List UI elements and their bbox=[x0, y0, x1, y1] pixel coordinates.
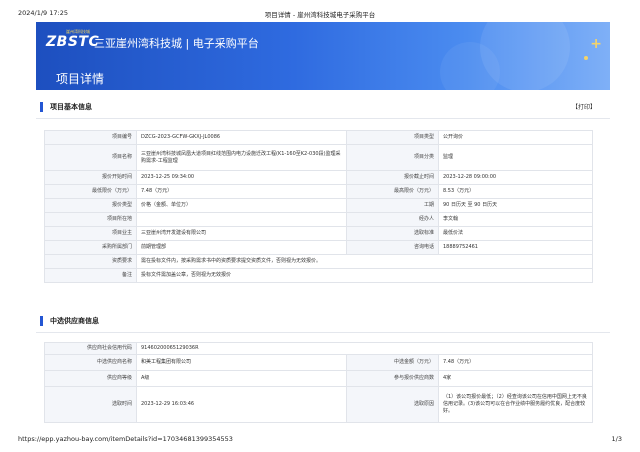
plus-icon: + bbox=[590, 36, 602, 52]
field-label: 选取时间 bbox=[44, 386, 137, 423]
field-label: 资质要求 bbox=[44, 254, 137, 269]
field-label: 供应商社会信用代码 bbox=[44, 342, 137, 355]
field-value: （1）该公司报价最低；（2）经查询该公司在信用中国网上无不良信用记录。(3)该公… bbox=[438, 386, 593, 423]
field-value: 7.48（万元） bbox=[438, 354, 593, 371]
winner-info-table: 供应商社会信用代码 91460200065129036R 中选供应商名称 和美工程集团… bbox=[44, 342, 593, 423]
section-divider bbox=[36, 118, 610, 119]
field-value: 李文翰 bbox=[438, 212, 593, 227]
field-label: 工期 bbox=[346, 198, 439, 213]
field-value: 三亚崖州湾开发建设有限公司 bbox=[136, 226, 347, 241]
field-value: 8.53（万元） bbox=[438, 184, 593, 199]
table-row: 最低限价（万元） 7.48（万元） 最高限价（万元） 8.53（万元） bbox=[44, 184, 593, 199]
field-label: 项目分类 bbox=[346, 144, 439, 171]
table-row: 选取时间 2023-12-29 16:03:46 选取原因 （1）该公司报价最低；（2… bbox=[44, 386, 593, 423]
field-value: 最低价法 bbox=[438, 226, 593, 241]
page-number: 1/3 bbox=[611, 435, 622, 443]
field-label: 咨询电话 bbox=[346, 240, 439, 255]
field-label: 报价开始时间 bbox=[44, 170, 137, 185]
field-value: 91460200065129036R bbox=[136, 342, 593, 355]
field-value: 90 日历天 至 90 日历天 bbox=[438, 198, 593, 213]
field-label: 项目类型 bbox=[346, 130, 439, 145]
table-row: 报价类型 价格（金额、单位万） 工期 90 日历天 至 90 日历天 bbox=[44, 198, 593, 213]
print-page-title: 项目详情 - 崖州湾科技城电子采购平台 bbox=[264, 11, 376, 19]
field-label: 经办人 bbox=[346, 212, 439, 227]
field-label: 项目所在地 bbox=[44, 212, 137, 227]
print-button[interactable]: 【打印】 bbox=[572, 102, 596, 111]
field-label: 选取标准 bbox=[346, 226, 439, 241]
field-label: 供应商等级 bbox=[44, 370, 137, 387]
field-label: 参与报价供应商数 bbox=[346, 370, 439, 387]
page-url[interactable]: https://epp.yazhou-bay.com/itemDetails?i… bbox=[18, 435, 233, 443]
field-value: 前期管理部 bbox=[136, 240, 347, 255]
logo-mark: ZBSTC bbox=[46, 34, 100, 50]
field-label: 选取原因 bbox=[346, 386, 439, 423]
field-value: DZCG-2023-GCFW-GKXJ-JL0086 bbox=[136, 130, 347, 145]
field-value: 价格（金额、单位万） bbox=[136, 198, 347, 213]
table-row: 采购所属部门 前期管理部 咨询电话 18889752461 bbox=[44, 240, 593, 255]
field-value: 2023-12-29 16:03:46 bbox=[136, 386, 347, 423]
field-value: 监理 bbox=[438, 144, 593, 171]
print-header: 2024/1/9 17:25 项目详情 - 崖州湾科技城电子采购平台 bbox=[0, 0, 640, 22]
field-label: 报价类型 bbox=[44, 198, 137, 213]
field-value: 和美工程集团有限公司 bbox=[136, 354, 347, 371]
table-row: 供应商等级 A级 参与报价供应商数 4家 bbox=[44, 370, 593, 387]
table-row: 项目所在地 经办人 李文翰 bbox=[44, 212, 593, 227]
section-divider bbox=[36, 332, 610, 333]
field-value: A级 bbox=[136, 370, 347, 387]
field-label: 最高限价（万元） bbox=[346, 184, 439, 199]
site-banner: + 崖州湾科技城 ZBSTC 三亚崖州湾科技城 | 电子采购平台 项目详情 bbox=[36, 22, 610, 90]
field-label: 最低限价（万元） bbox=[44, 184, 137, 199]
field-value: 2023-12-28 09:00:00 bbox=[438, 170, 593, 185]
section-title-basic: 项目基本信息 bbox=[50, 103, 92, 111]
field-value bbox=[136, 212, 347, 227]
field-label: 报价截止时间 bbox=[346, 170, 439, 185]
field-label: 项目编号 bbox=[44, 130, 137, 145]
section-marker bbox=[40, 102, 43, 112]
field-label: 采购所属部门 bbox=[44, 240, 137, 255]
print-footer: https://epp.yazhou-bay.com/itemDetails?i… bbox=[0, 432, 640, 452]
field-value: 18889752461 bbox=[438, 240, 593, 255]
table-row: 项目编号 DZCG-2023-GCFW-GKXJ-JL0086 项目类型 公开询价 bbox=[44, 130, 593, 145]
dot-icon bbox=[584, 56, 588, 60]
table-row: 中选供应商名称 和美工程集团有限公司 中选金额（万元） 7.48（万元） bbox=[44, 354, 593, 371]
table-row: 资质要求 需在投标文件内，按采购需求书中的资质要求提交资质文件，否则视为无效报价。 bbox=[44, 254, 593, 269]
field-value: 公开询价 bbox=[438, 130, 593, 145]
table-row: 备注 投标文件需加盖公章，否则视为无效报价 bbox=[44, 268, 593, 283]
field-value: 三亚崖州湾科技城凤凰大道项目红线范围内电力设施迁改工程(K1-160至K2-03… bbox=[136, 144, 347, 171]
field-value: 2023-12-25 09:34:00 bbox=[136, 170, 347, 185]
field-value: 7.48（万元） bbox=[136, 184, 347, 199]
field-label: 项目名称 bbox=[44, 144, 137, 171]
field-label: 备注 bbox=[44, 268, 137, 283]
section-marker bbox=[40, 316, 43, 326]
page-title: 项目详情 bbox=[56, 72, 105, 86]
field-label: 中选供应商名称 bbox=[44, 354, 137, 371]
field-value: 投标文件需加盖公章，否则视为无效报价 bbox=[136, 268, 593, 283]
table-row: 报价开始时间 2023-12-25 09:34:00 报价截止时间 2023-12-2… bbox=[44, 170, 593, 185]
table-row: 项目业主 三亚崖州湾开发建设有限公司 选取标准 最低价法 bbox=[44, 226, 593, 241]
table-row: 项目名称 三亚崖州湾科技城凤凰大道项目红线范围内电力设施迁改工程(K1-160至K… bbox=[44, 144, 593, 171]
field-value: 4家 bbox=[438, 370, 593, 387]
platform-name: 三亚崖州湾科技城 | 电子采购平台 bbox=[94, 37, 259, 50]
section-title-winner: 中选供应商信息 bbox=[50, 317, 99, 325]
field-label: 项目业主 bbox=[44, 226, 137, 241]
field-label: 中选金额（万元） bbox=[346, 354, 439, 371]
table-row: 供应商社会信用代码 91460200065129036R bbox=[44, 342, 593, 355]
basic-info-table: 项目编号 DZCG-2023-GCFW-GKXJ-JL0086 项目类型 公开询价 项目… bbox=[44, 130, 593, 283]
field-value: 需在投标文件内，按采购需求书中的资质要求提交资质文件，否则视为无效报价。 bbox=[136, 254, 593, 269]
